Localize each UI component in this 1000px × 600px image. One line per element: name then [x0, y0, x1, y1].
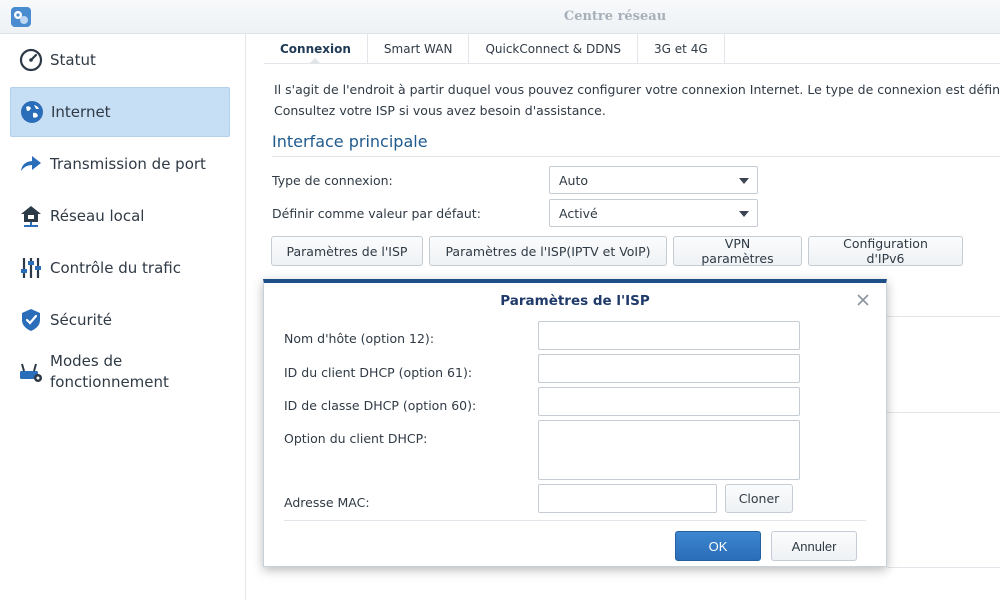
connection-type-select[interactable]: Auto	[549, 166, 758, 194]
isp-iptv-voip-settings-button[interactable]: Paramètres de l'ISP(IPTV et VoIP)	[429, 236, 667, 266]
background-divider	[887, 316, 1000, 317]
dhcp-option-textarea[interactable]	[538, 420, 800, 480]
section-title: Interface principale	[272, 132, 428, 151]
dialog-title: Paramètres de l'ISP	[500, 293, 650, 309]
default-value: Activé	[559, 205, 598, 221]
home-network-icon	[21, 206, 41, 227]
sidebar-item-transmission-de-port[interactable]: Transmission de port	[10, 139, 230, 189]
sidebar-item-reseau-local[interactable]: Réseau local	[10, 191, 230, 241]
sidebar-item-statut[interactable]: Statut	[10, 35, 230, 85]
tab-smart-wan[interactable]: Smart WAN	[368, 34, 470, 63]
page-description: Il s'agit de l'endroit à partir duquel v…	[274, 79, 1000, 121]
sidebar-item-label: Sécurité	[50, 310, 112, 329]
forward-arrow-icon	[21, 156, 41, 171]
tab-3g-4g[interactable]: 3G et 4G	[638, 34, 725, 63]
sidebar-item-label: Statut	[50, 50, 96, 69]
connection-type-label: Type de connexion:	[272, 173, 393, 188]
sliders-icon	[21, 258, 41, 278]
cancel-button[interactable]: Annuler	[771, 531, 857, 561]
window-title: Centre réseau	[563, 9, 667, 24]
dhcp-class-id-input[interactable]	[538, 387, 800, 416]
sidebar-item-securite[interactable]: Sécurité	[10, 295, 230, 345]
dhcp-class-id-label: ID de classe DHCP (option 60):	[284, 398, 477, 413]
description-line-2: Consultez votre ISP si vous avez besoin …	[274, 103, 606, 118]
background-divider	[887, 567, 1000, 568]
dhcp-client-id-label: ID du client DHCP (option 61):	[284, 365, 473, 380]
sidebar-item-label: Internet	[51, 102, 111, 121]
mac-address-label: Adresse MAC:	[284, 495, 370, 510]
sidebar-item-label: Modes de fonctionnement	[50, 351, 169, 393]
section-divider	[272, 156, 1000, 157]
tab-bar: Connexion Smart WAN QuickConnect & DDNS …	[264, 34, 1000, 64]
hostname-input[interactable]	[538, 321, 800, 350]
ipv6-config-button[interactable]: Configuration d'IPv6	[808, 236, 963, 266]
dialog-footer-divider	[284, 520, 866, 521]
gauge-icon	[19, 48, 43, 72]
sidebar-item-controle-du-trafic[interactable]: Contrôle du trafic	[10, 243, 230, 293]
sidebar-item-internet[interactable]: Internet	[10, 87, 230, 137]
tab-quickconnect-ddns[interactable]: QuickConnect & DDNS	[469, 34, 639, 63]
dhcp-option-label: Option du client DHCP:	[284, 431, 428, 446]
mac-address-input[interactable]	[538, 484, 717, 513]
sidebar-item-label: Réseau local	[50, 206, 145, 225]
background-divider	[887, 412, 1000, 413]
sidebar-item-modes-de-fonctionnement[interactable]: Modes de fonctionnement	[10, 344, 230, 400]
isp-settings-dialog: Paramètres de l'ISP Nom d'hôte (option 1…	[263, 279, 887, 567]
dhcp-client-id-input[interactable]	[538, 354, 800, 383]
connection-type-value: Auto	[559, 172, 589, 188]
description-line-1: Il s'agit de l'endroit à partir duquel v…	[274, 82, 1000, 97]
sidebar-item-label-line2: fonctionnement	[50, 373, 169, 391]
globe-icon	[21, 101, 43, 123]
sidebar-item-label-line1: Modes de	[50, 352, 123, 370]
default-select[interactable]: Activé	[549, 199, 758, 227]
sidebar: Statut Internet Transmission de port Rés…	[0, 34, 246, 600]
hostname-label: Nom d'hôte (option 12):	[284, 331, 435, 346]
sidebar-item-label: Transmission de port	[50, 154, 206, 173]
default-label: Définir comme valeur par défaut:	[272, 206, 481, 221]
tab-connexion[interactable]: Connexion	[264, 34, 368, 64]
shield-icon	[22, 309, 40, 331]
vpn-settings-button[interactable]: VPN paramètres	[673, 236, 802, 266]
title-bar: Centre réseau	[0, 0, 1000, 34]
ok-button[interactable]: OK	[675, 531, 761, 561]
chevron-down-icon	[739, 211, 749, 217]
router-mode-icon	[20, 363, 42, 382]
chevron-down-icon	[739, 178, 749, 184]
close-icon[interactable]	[854, 291, 872, 309]
isp-settings-button[interactable]: Paramètres de l'ISP	[271, 236, 423, 266]
clone-mac-button[interactable]: Cloner	[725, 484, 793, 513]
sidebar-item-label: Contrôle du trafic	[50, 258, 181, 277]
